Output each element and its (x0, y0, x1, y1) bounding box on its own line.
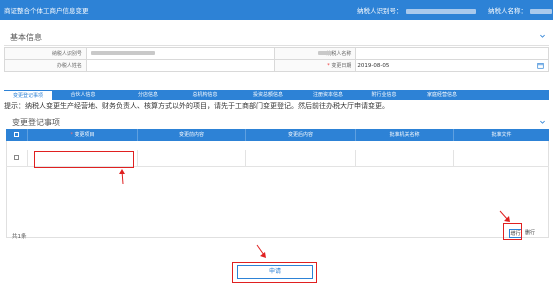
delete-row-button[interactable]: 删行 (524, 229, 536, 238)
highlight-box (503, 223, 522, 240)
grid-header: * 变更项目 变更前内容 变更后内容 批准机关名称 批准文件 (6, 129, 549, 141)
change-items-title: 变更登记事项 (12, 118, 60, 127)
chevron-down-icon[interactable] (539, 33, 546, 40)
select-all-checkbox[interactable] (14, 132, 19, 137)
before-content-cell[interactable] (138, 150, 246, 167)
taxpayer-name-value (318, 47, 549, 60)
taxpayer-id-label: 纳税人识别号 (4, 47, 87, 60)
annotation-arrow (119, 169, 125, 185)
tab-registered-capital[interactable]: 注册资本信息 (304, 90, 352, 100)
basic-info-header[interactable]: 基本信息 (4, 29, 549, 45)
header-taxpayer-name-label: 纳税人名称： (488, 7, 527, 15)
annotation-arrow (256, 244, 266, 258)
highlight-box (34, 151, 134, 168)
taxpayer-name-label: 纳税人名称 (273, 47, 357, 60)
taxpayer-id-value (85, 47, 275, 60)
chevron-down-icon[interactable] (539, 119, 546, 126)
basic-info-form: 纳税人识别号 纳税人名称 办税人姓名 * 变更日期 2019-08-05 (4, 47, 549, 72)
tab-industry[interactable]: 附行业信息 (362, 90, 406, 100)
change-date-value: 2019-08-05 (357, 62, 390, 69)
header-taxpayer-name: 纳税人名称： (488, 5, 552, 15)
tab-total-investment[interactable]: 投资总额信息 (244, 90, 292, 100)
masked-taxpayer-id (405, 8, 476, 14)
change-date-label: * 变更日期 (273, 59, 357, 72)
approval-doc-cell[interactable] (454, 150, 549, 167)
row-checkbox[interactable] (14, 155, 19, 160)
apply-button[interactable]: 申请 (237, 265, 313, 279)
tab-partners[interactable]: 合伙人信息 (60, 90, 106, 100)
masked-value (318, 51, 333, 55)
after-content-cell[interactable] (246, 150, 356, 167)
masked-value (90, 51, 155, 55)
calendar-icon[interactable] (537, 62, 544, 69)
tab-head-office[interactable]: 总机构信息 (182, 90, 228, 100)
hint-text: 提示：纳税人变更生产经营地、财务负责人、核算方式以外的项目，请先于工商部门变更登… (4, 102, 389, 110)
agent-name-label: 办税人姓名 (4, 59, 87, 72)
header-taxpayer-id-label: 纳税人识别号： (357, 7, 403, 15)
col-change-item: * 变更项目 (28, 129, 138, 141)
divider (4, 45, 549, 46)
tab-change-items[interactable]: 变更登记事项 (4, 90, 52, 100)
tab-bar: 变更登记事项 合伙人信息 分店信息 总机构信息 投资总额信息 注册资本信息 附行… (4, 90, 549, 100)
agent-name-field[interactable] (85, 59, 275, 72)
row-select-cell[interactable] (6, 150, 28, 167)
col-before: 变更前内容 (138, 129, 246, 141)
col-after: 变更后内容 (246, 129, 356, 141)
approver-cell[interactable] (356, 150, 454, 167)
tab-branches[interactable]: 分店信息 (128, 90, 168, 100)
change-date-field[interactable]: 2019-08-05 (355, 59, 549, 72)
select-all-cell[interactable] (6, 129, 28, 141)
basic-info-title: 基本信息 (10, 33, 42, 42)
col-approver: 批准机关名称 (356, 129, 454, 141)
col-approval-doc: 批准文件 (491, 132, 512, 138)
header-taxpayer-id: 纳税人识别号： (357, 5, 476, 15)
page-title: 商证整合个体工商户信息变更 (4, 7, 89, 15)
masked-taxpayer-name (530, 8, 552, 14)
annotation-arrow (499, 210, 510, 222)
top-header-bar: 商证整合个体工商户信息变更 纳税人识别号： 纳税人名称： (0, 0, 553, 20)
tab-household[interactable]: 家庭经营信息 (418, 90, 466, 100)
row-count: 共1条 (12, 234, 27, 240)
